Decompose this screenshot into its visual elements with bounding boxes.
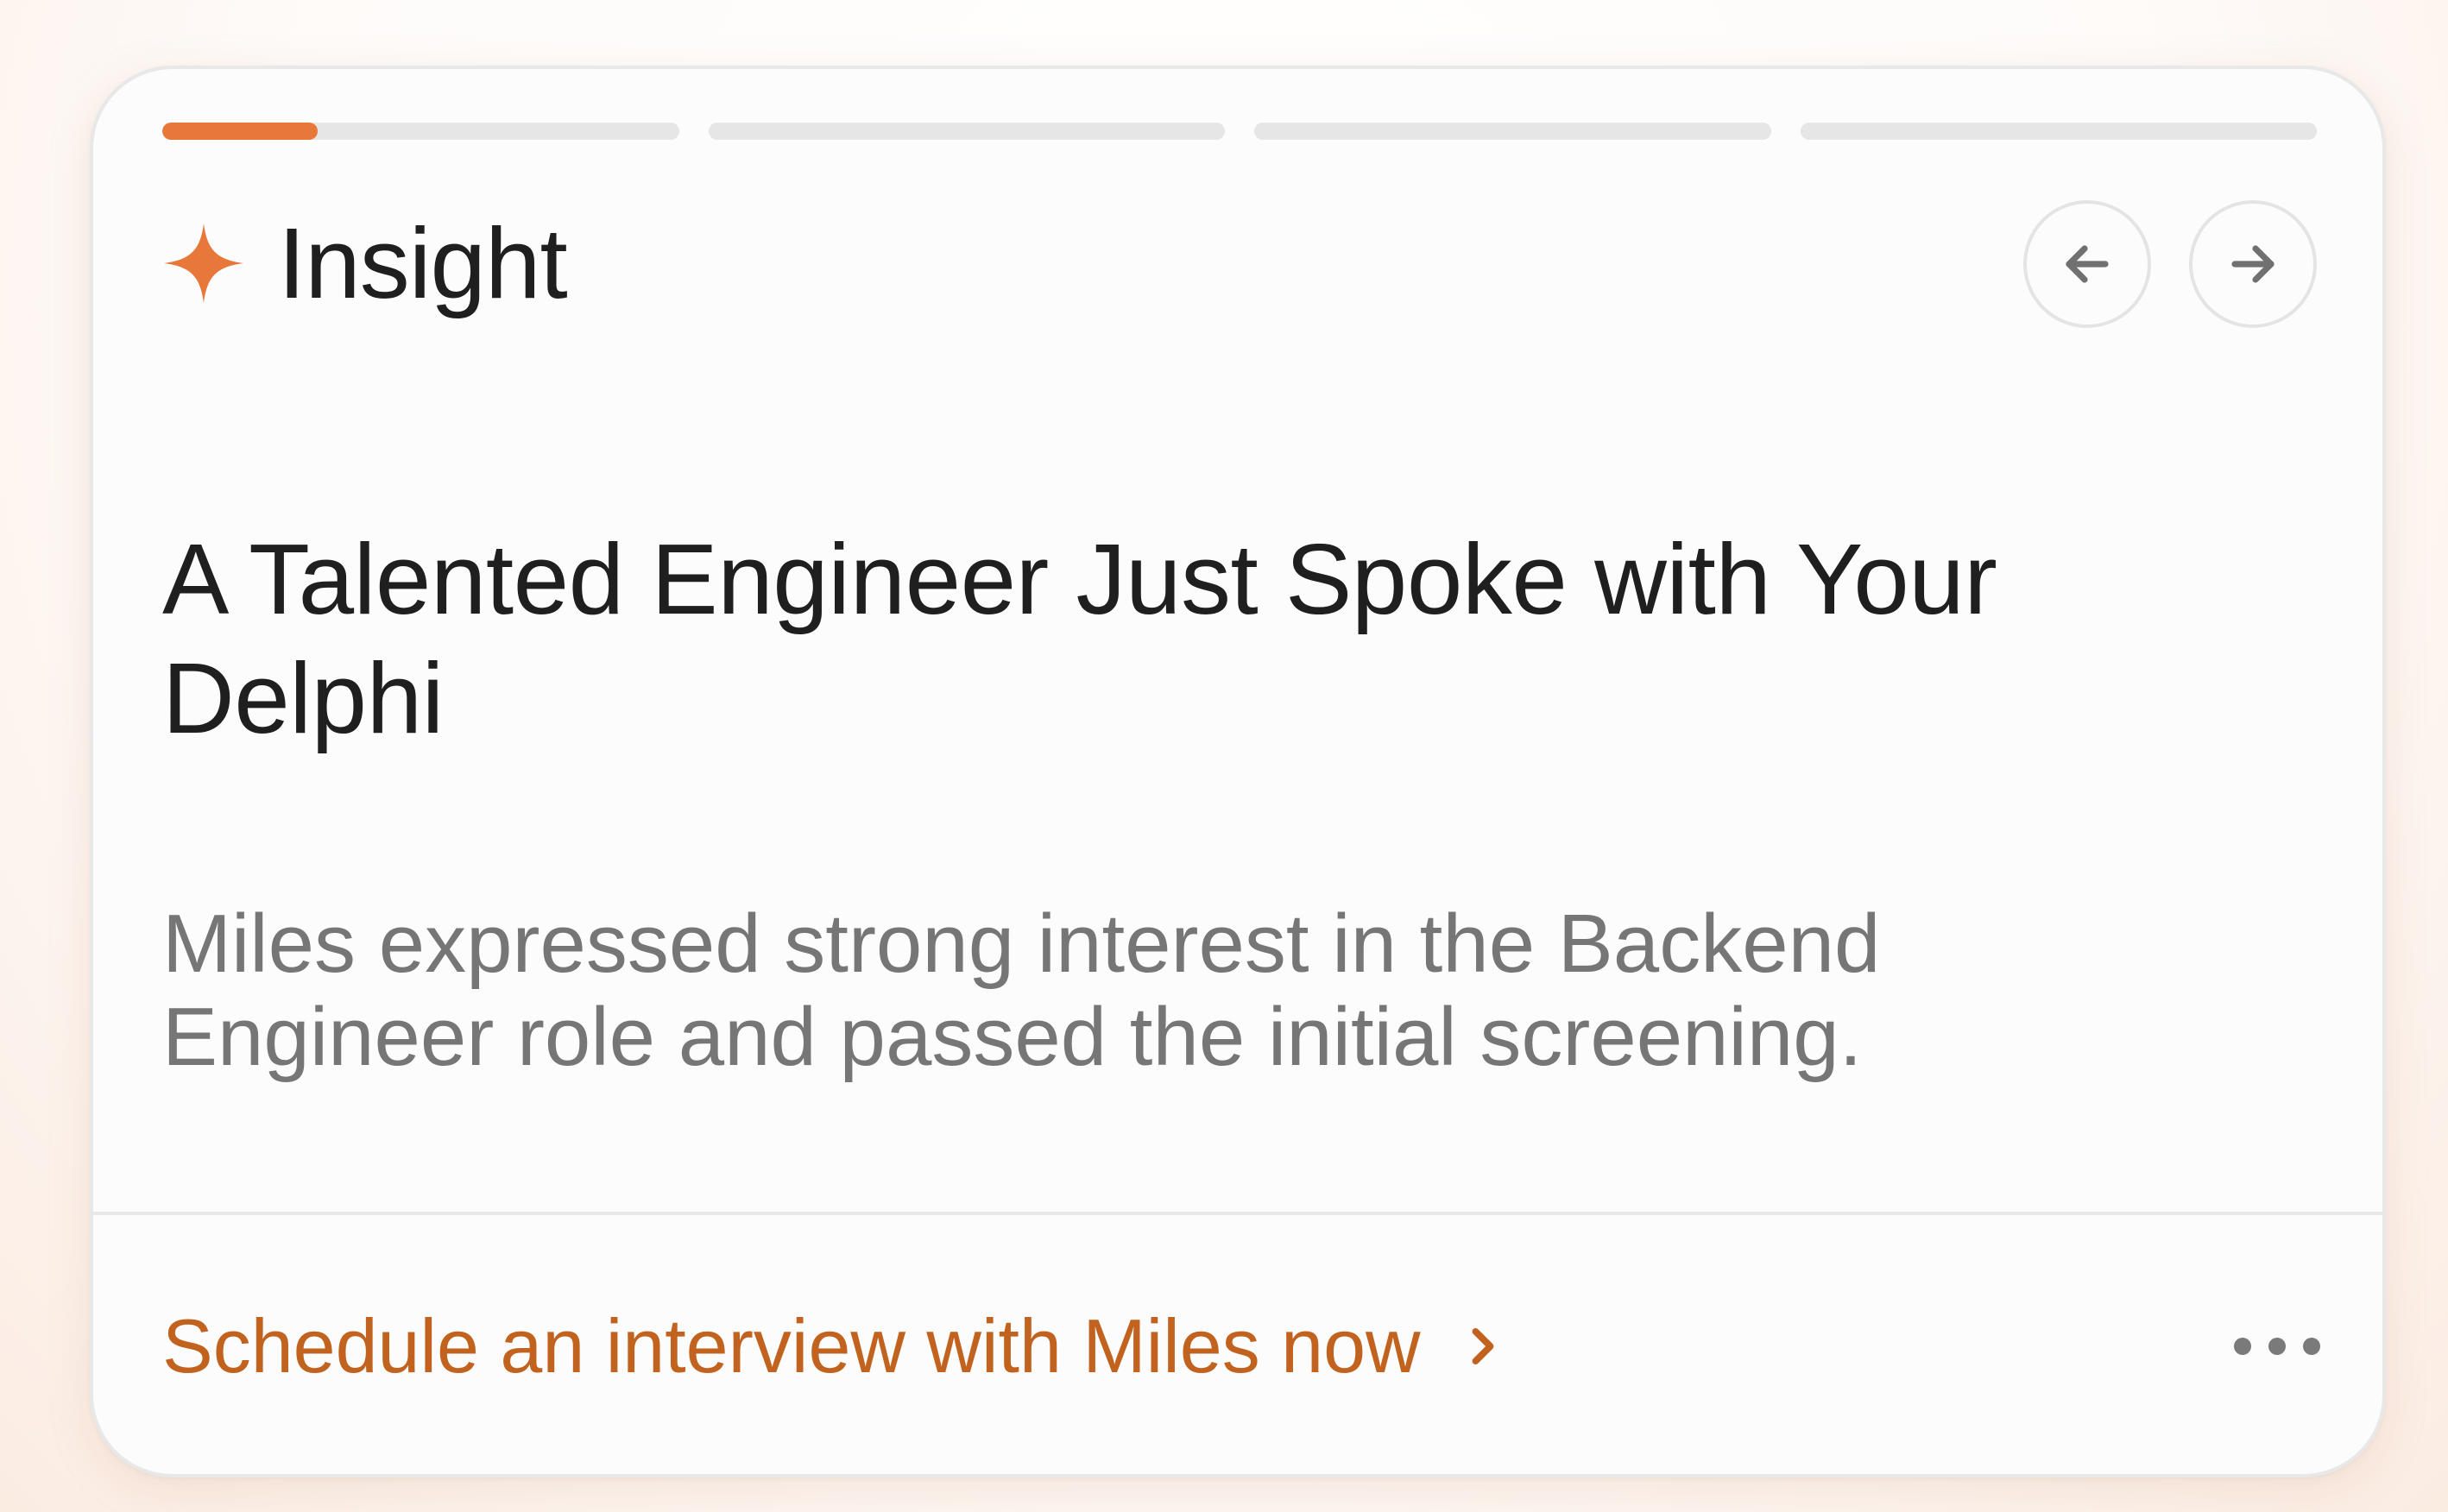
schedule-interview-label: Schedule an interview with Miles now [162,1303,1421,1389]
sparkle-icon [162,222,245,305]
arrow-left-icon [2056,233,2118,295]
footer-divider [93,1212,2382,1215]
card-type-title: Insight [278,207,568,319]
story-progress [162,123,2317,140]
more-options-button[interactable] [2225,1312,2329,1381]
progress-segment-3[interactable] [1254,123,1771,140]
insight-description: Miles expressed strong interest in the B… [162,898,1881,1083]
insight-card: Insight A Talented Engineer Just Spoke w… [90,66,2386,1477]
arrow-right-icon [2222,233,2284,295]
card-header: Insight [162,198,568,328]
progress-segment-4[interactable] [1800,123,2317,140]
previous-button[interactable] [2023,200,2151,328]
progress-segment-1[interactable] [162,123,679,140]
progress-segment-2[interactable] [708,123,1225,140]
progress-segment-1-fill [162,123,318,140]
next-button[interactable] [2189,200,2317,328]
chevron-right-icon [1462,1320,1504,1372]
more-horizontal-icon [2232,1336,2322,1357]
schedule-interview-link[interactable]: Schedule an interview with Miles now [162,1295,1504,1398]
insight-headline: A Talented Engineer Just Spoke with Your… [162,523,1997,754]
